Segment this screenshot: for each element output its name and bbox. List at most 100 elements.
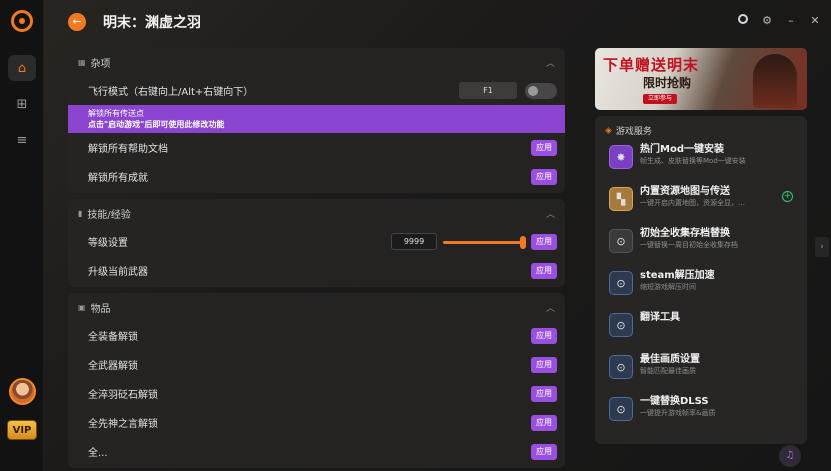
service-title: 翻译工具: [640, 312, 680, 323]
promo-subtitle: 限时抢购: [643, 76, 692, 90]
section-skill: ▮ 技能/经验 ︿ 等级设置 9999 应用 升级当前武器 应用: [68, 199, 565, 287]
promo-character-image: [753, 54, 797, 108]
service-title: 内置资源地图与传送: [640, 186, 730, 197]
apply-button[interactable]: 应用: [531, 415, 557, 431]
service-item[interactable]: ✸ 热门Mod一键安装 帧生成、皮肤替换等Mod一键安装: [595, 143, 807, 185]
service-desc: 一键替换一周目初始全收集存档: [640, 241, 738, 249]
service-desc: 一键开启内置地图，资源全显，…: [640, 199, 745, 207]
section-header[interactable]: ▦ 杂项 ︿: [68, 48, 565, 76]
box-icon: ▣: [78, 302, 86, 312]
promo-title: 下单赠送明末: [603, 56, 700, 74]
apply-button[interactable]: 应用: [531, 328, 557, 344]
services-title: 游戏服务: [615, 127, 652, 137]
service-item[interactable]: ⊙ 一键替换DLSS 一键提升游戏帧率&画质: [595, 395, 807, 437]
row-label: 全...: [88, 448, 108, 459]
apply-button[interactable]: 应用: [531, 357, 557, 373]
services-header: ◈ 游戏服务: [595, 122, 807, 143]
record-icon[interactable]: [737, 14, 749, 27]
download-icon: ⊙: [609, 229, 633, 253]
vip-badge[interactable]: VIP: [7, 420, 37, 440]
section-items: ▣ 物品 ︿ 全装备解锁 应用 全武器解锁 应用 全淬羽砭石解锁 应用 全先神之…: [68, 293, 565, 468]
service-item[interactable]: ▚ 内置资源地图与传送一键开启内置地图，资源全显，… +: [595, 185, 807, 227]
section-title: 物品: [90, 303, 111, 315]
chevron-right-icon[interactable]: ›: [815, 237, 829, 257]
settings-icon[interactable]: ⚙: [761, 14, 773, 27]
apply-button[interactable]: 应用: [531, 140, 557, 156]
hotkey-button[interactable]: F1: [459, 82, 517, 99]
service-item[interactable]: ⊙ 翻译工具: [595, 311, 807, 353]
item-row: 全武器解锁 应用: [68, 350, 565, 379]
service-title: 热门Mod一键安装: [640, 144, 724, 155]
promo-banner[interactable]: 下单赠送明末 限时抢购 立即参与: [595, 48, 807, 110]
window-controls: ⚙ – ✕: [737, 14, 821, 27]
apply-button[interactable]: 应用: [531, 169, 557, 185]
home-nav-icon[interactable]: ⌂: [8, 55, 36, 81]
promo-tag[interactable]: 立即参与: [643, 94, 677, 104]
back-arrow-icon[interactable]: ←: [68, 13, 86, 31]
unlock-docs-row: 解锁所有帮助文档 应用: [68, 133, 565, 162]
fly-mode-label: 飞行模式（右键向上/Alt+右键向下）: [88, 87, 254, 98]
service-title: steam解压加速: [640, 270, 715, 281]
close-icon[interactable]: ✕: [809, 14, 821, 27]
item-row: 全装备解锁 应用: [68, 321, 565, 350]
fly-mode-row: 飞行模式（右键向上/Alt+右键向下） F1: [68, 76, 565, 105]
teleport-banner: 解锁所有传送点 点击"启动游戏"后即可使用此修改功能: [68, 105, 565, 133]
services-list: ✸ 热门Mod一键安装 帧生成、皮肤替换等Mod一键安装 ▚ 内置资源地图与传送 一键开启…: [595, 143, 807, 437]
service-item[interactable]: ⊙ steam解压加速 缩短游戏解压时间: [595, 269, 807, 311]
banner-text: 解锁所有传送点: [88, 109, 144, 118]
gamepad-nav-icon[interactable]: ⊞: [8, 91, 36, 117]
row-label: 解锁所有成就: [88, 173, 148, 184]
apply-button[interactable]: 应用: [531, 444, 557, 460]
left-sidebar: ⌂ ⊞ ≡ VIP: [0, 0, 44, 471]
apply-button[interactable]: 应用: [531, 386, 557, 402]
item-row: 全... 应用: [68, 437, 565, 466]
download-icon: ⊙: [609, 397, 633, 421]
banner-hint: 点击"启动游戏"后即可使用此修改功能: [88, 120, 225, 129]
fly-mode-toggle[interactable]: [525, 83, 557, 99]
level-input[interactable]: 9999: [391, 233, 437, 250]
download-icon: ⊙: [609, 313, 633, 337]
section-misc: ▦ 杂项 ︿ 飞行模式（右键向上/Alt+右键向下） F1 解锁所有传送点 点击…: [68, 48, 565, 193]
title-bar: ← 明末：渊虚之羽 ⚙ – ✕: [44, 0, 831, 44]
row-label: 全淬羽砭石解锁: [88, 390, 158, 401]
user-avatar[interactable]: [9, 378, 36, 405]
download-icon: ⊙: [609, 355, 633, 379]
service-item[interactable]: ⊙ 初始全收集存档替换 一键替换一周目初始全收集存档: [595, 227, 807, 269]
service-desc: 帧生成、皮肤替换等Mod一键安装: [640, 157, 746, 165]
slider-handle[interactable]: [520, 236, 526, 249]
upgrade-weapon-row: 升级当前武器 应用: [68, 256, 565, 285]
service-desc: 一键提升游戏帧率&画质: [640, 409, 716, 417]
section-header[interactable]: ▮ 技能/经验 ︿: [68, 199, 565, 227]
service-title: 一键替换DLSS: [640, 396, 709, 407]
chevron-up-icon[interactable]: ︿: [546, 56, 555, 69]
chevron-up-icon[interactable]: ︿: [546, 207, 555, 220]
bars-icon: ▮: [78, 208, 83, 218]
row-label: 全装备解锁: [88, 332, 138, 343]
section-title: 杂项: [90, 58, 111, 70]
game-services-panel: ◈ 游戏服务 ✸ 热门Mod一键安装 帧生成、皮肤替换等Mod一键安装 ▚ 内置资源地图…: [595, 116, 807, 467]
cheat-panel: ▦ 杂项 ︿ 飞行模式（右键向上/Alt+右键向下） F1 解锁所有传送点 点击…: [68, 48, 565, 471]
row-label: 升级当前武器: [88, 267, 148, 278]
apply-button[interactable]: 应用: [531, 234, 557, 250]
row-label: 解锁所有帮助文档: [88, 144, 168, 155]
section-header[interactable]: ▣ 物品 ︿: [68, 293, 565, 321]
row-label: 等级设置: [88, 238, 128, 249]
service-desc: 缩短游戏解压时间: [640, 283, 696, 291]
item-row: 全先神之言解锁 应用: [68, 408, 565, 437]
apply-button[interactable]: 应用: [531, 263, 557, 279]
row-label: 全先神之言解锁: [88, 419, 158, 430]
right-panel: 下单赠送明末 限时抢购 立即参与 ◈ 游戏服务 ✸ 热门Mod一键安装 帧生成、皮肤…: [595, 48, 807, 471]
map-icon: ▚: [609, 187, 633, 211]
service-desc: 智能匹配最佳画质: [640, 367, 696, 375]
service-item[interactable]: ⊙ 最佳画质设置 智能匹配最佳画质: [595, 353, 807, 395]
service-title: 初始全收集存档替换: [640, 228, 730, 239]
unlock-achievements-row: 解锁所有成就 应用: [68, 162, 565, 191]
add-icon[interactable]: +: [782, 191, 793, 202]
level-slider[interactable]: [443, 236, 526, 249]
game-title: 明末：渊虚之羽: [103, 15, 201, 31]
chevron-up-icon[interactable]: ︿: [546, 301, 555, 314]
item-row: 全淬羽砭石解锁 应用: [68, 379, 565, 408]
minimize-icon[interactable]: –: [785, 14, 797, 27]
level-row: 等级设置 9999 应用: [68, 227, 565, 256]
storage-nav-icon[interactable]: ≡: [8, 127, 36, 153]
